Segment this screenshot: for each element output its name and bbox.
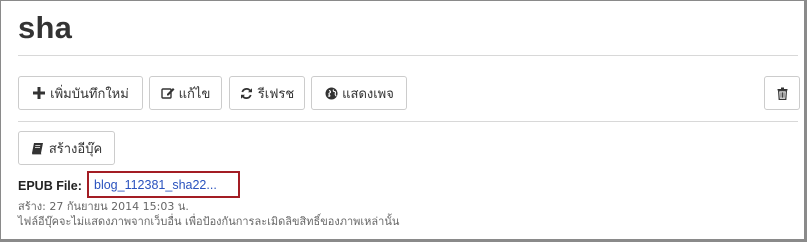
delete-button[interactable] <box>764 76 800 110</box>
globe-icon <box>324 86 338 100</box>
epub-file-label: EPUB File: <box>18 179 82 193</box>
plus-icon <box>32 86 46 100</box>
add-new-entry-button[interactable]: เพิ่มบันทึกใหม่ <box>18 76 143 110</box>
refresh-label: รีเฟรช <box>257 86 295 102</box>
show-page-label: แสดงเพจ <box>342 86 394 102</box>
divider <box>18 55 798 56</box>
divider <box>18 121 798 122</box>
trash-icon <box>775 86 789 100</box>
create-ebook-label: สร้างอีบุ๊ค <box>48 141 103 157</box>
show-page-button[interactable]: แสดงเพจ <box>311 76 407 110</box>
ebook-image-note: ไฟล์อีบุ๊คจะไม่แสดงภาพจากเว็บอื่น เพื่อป… <box>18 215 400 228</box>
create-ebook-button[interactable]: สร้างอีบุ๊ค <box>18 131 115 165</box>
epub-file-link[interactable]: blog_112381_sha22... <box>94 178 217 192</box>
add-new-entry-label: เพิ่มบันทึกใหม่ <box>50 86 129 102</box>
refresh-button[interactable]: รีเฟรช <box>229 76 305 110</box>
edit-button[interactable]: แก้ไข <box>149 76 222 110</box>
edit-icon <box>160 86 175 100</box>
page-title: sha <box>18 10 73 45</box>
edit-label: แก้ไข <box>178 86 211 102</box>
book-icon <box>31 141 45 155</box>
refresh-icon <box>240 86 254 100</box>
